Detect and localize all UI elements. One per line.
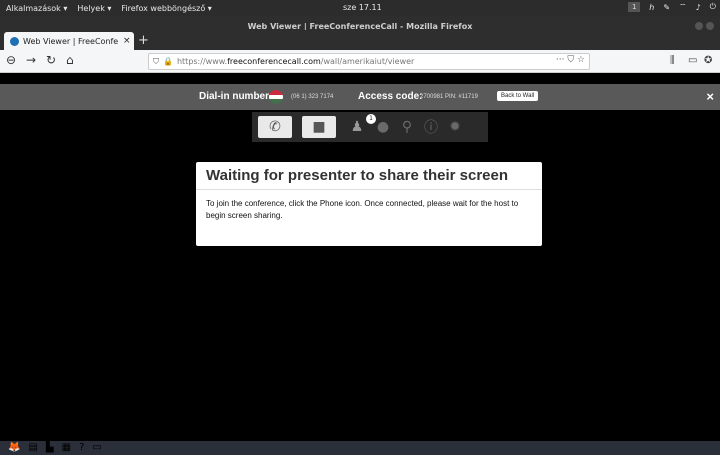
window-controls [695, 22, 714, 30]
page-actions[interactable]: ··· ⛉ ☆ [556, 55, 585, 65]
taskbar: 🦊 ▤ ▙ ▦ ? ▭ [0, 441, 720, 455]
dial-in-label: Dial-in number: [199, 91, 273, 102]
applications-menu[interactable]: Alkalmazások ▾ [6, 4, 67, 13]
pencil-icon[interactable]: ✎ [663, 3, 670, 12]
url-prefix: https://www. [176, 57, 228, 66]
url-bar[interactable]: ⛉ 🔒 https://www. freeconferencecall.com/w… [148, 53, 590, 70]
conference-toolbar: ✆ ■ ♟ 1 ● ⚲ ⓘ ✹ [252, 112, 488, 142]
back-icon[interactable]: ⊖ [6, 53, 16, 67]
system-top-panel: Alkalmazások ▾ Helyek ▾ Firefox webböngé… [0, 0, 720, 16]
dial-in-bar: Dial-in number: (06 1) 323 7174 Access c… [0, 84, 720, 110]
new-tab-button[interactable]: + [138, 33, 149, 48]
participants-icon[interactable]: ♟ 1 [346, 114, 376, 138]
close-viewer-icon[interactable]: × [706, 89, 714, 104]
settings-gear-icon[interactable]: ✹ [444, 116, 466, 138]
dialog-title: Waiting for presenter to share their scr… [196, 162, 542, 190]
close-tab-icon[interactable]: × [123, 36, 131, 46]
tab-strip: Web Viewer | FreeConfe × + [0, 30, 720, 50]
tab-label: Web Viewer | FreeConfe [23, 36, 119, 46]
video-camera-icon[interactable]: ■ [302, 116, 336, 138]
url-host: freeconferencecall.com [227, 57, 321, 66]
access-code-value: 2700981 PIN: #11719 [420, 94, 478, 100]
hp-icon[interactable]: ℎ [649, 3, 654, 12]
workspace-indicator[interactable]: 1 [628, 2, 641, 12]
wifi-icon[interactable]: ⌔ [679, 2, 687, 12]
power-icon[interactable]: ⏻ [710, 2, 716, 12]
url-path: /wall/amerikaiut/viewer [320, 57, 415, 66]
system-tray: 1 ℎ ✎ ⌔ ♪ ⏻ [628, 2, 716, 12]
shield-icon[interactable]: ⛉ [153, 57, 159, 67]
dial-in-number: (06 1) 323 7174 [291, 94, 334, 100]
firefox-app-menu[interactable]: Firefox webböngésző ▾ [121, 4, 211, 13]
sidebar-icon[interactable]: ▭ [688, 55, 697, 66]
chat-icon[interactable]: ● [372, 116, 394, 138]
lock-icon[interactable]: 🔒 [163, 57, 173, 66]
document-taskbar-icon[interactable]: ▙ [46, 443, 54, 453]
files-taskbar-icon[interactable]: ▤ [28, 443, 37, 453]
places-menu[interactable]: Helyek ▾ [77, 4, 111, 13]
close-window-button[interactable] [706, 22, 714, 30]
extension-icon[interactable]: ✪ [704, 55, 712, 66]
phone-icon[interactable]: ✆ [258, 116, 292, 138]
dialog-body: To join the conference, click the Phone … [206, 199, 519, 220]
help-taskbar-icon[interactable]: ? [79, 443, 84, 453]
tab-web-viewer[interactable]: Web Viewer | FreeConfe × [4, 32, 134, 50]
terminal-taskbar-icon[interactable]: ▭ [92, 443, 101, 453]
waiting-dialog: Waiting for presenter to share their scr… [196, 162, 542, 246]
reload-icon[interactable]: ↻ [46, 53, 56, 67]
volume-icon[interactable]: ♪ [696, 3, 701, 12]
hungary-flag-icon[interactable] [269, 90, 283, 104]
software-taskbar-icon[interactable]: ▦ [62, 443, 71, 453]
clock[interactable]: sze 17.11 [343, 3, 382, 12]
favicon-icon [10, 36, 19, 46]
home-icon[interactable]: ⌂ [66, 53, 74, 67]
search-icon[interactable]: ⚲ [396, 116, 418, 138]
minimize-button[interactable] [695, 22, 703, 30]
back-to-wall-button[interactable]: Back to Wall [497, 91, 539, 101]
firefox-taskbar-icon[interactable]: 🦊 [8, 443, 20, 453]
navigation-toolbar: ⊖ → ↻ ⌂ ⛉ 🔒 https://www. freeconferenceca… [0, 50, 720, 73]
info-icon[interactable]: ⓘ [420, 116, 442, 138]
forward-icon[interactable]: → [26, 53, 36, 67]
access-code-label: Access code: [358, 91, 423, 102]
library-icon[interactable]: ⫼ [670, 55, 675, 66]
